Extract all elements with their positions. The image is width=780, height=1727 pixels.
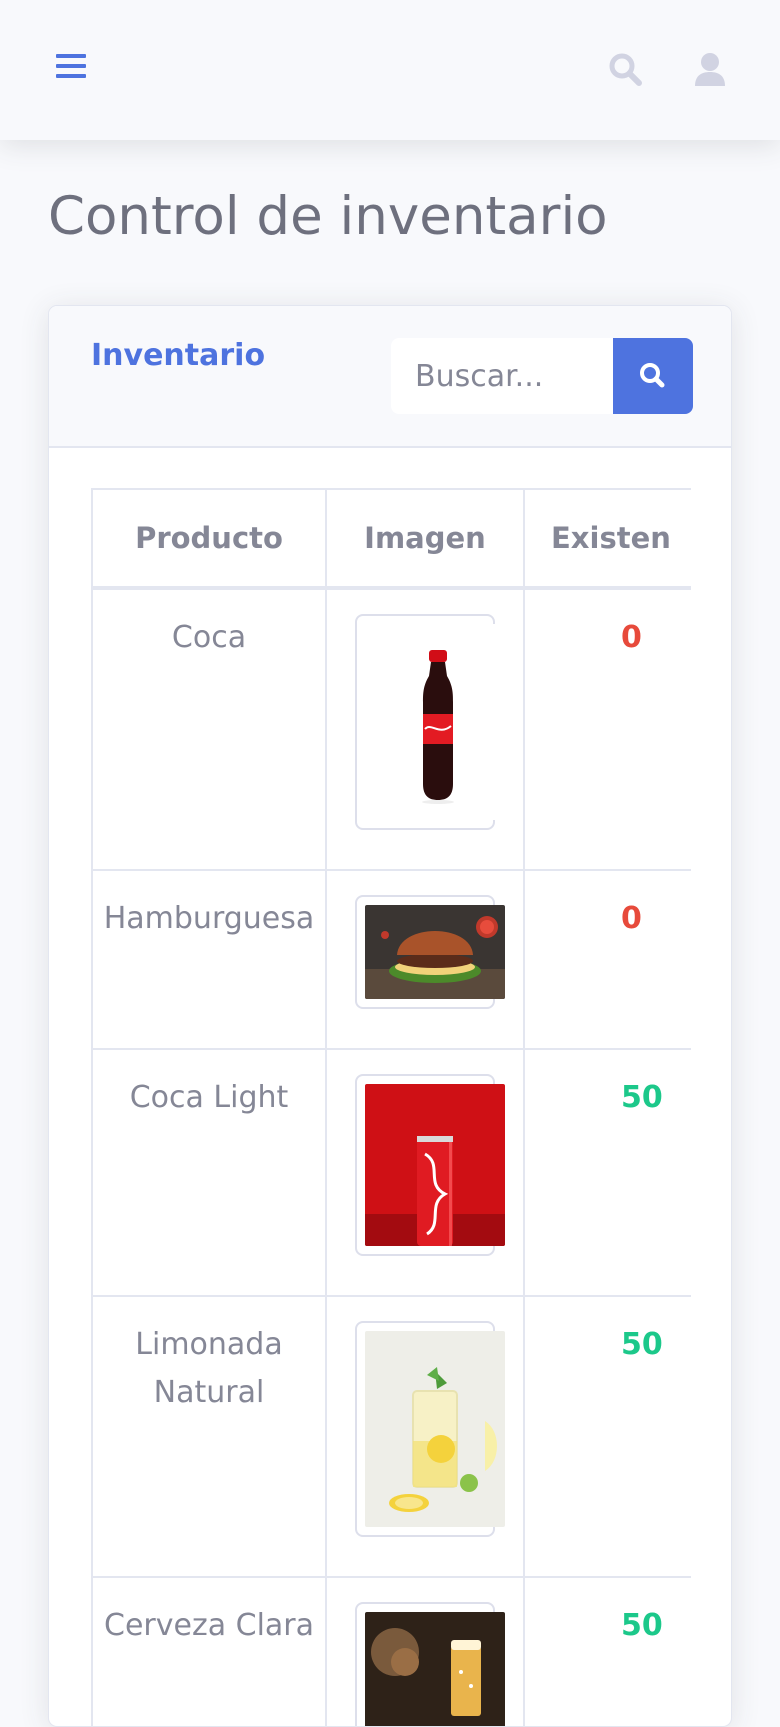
search-icon	[640, 363, 665, 388]
stock-value: 50	[523, 1295, 691, 1578]
table-row: Hamburguesa 0	[91, 869, 691, 1050]
hamburger-image	[355, 895, 505, 1009]
product-name: Cerveza Clara	[91, 1576, 327, 1726]
table-row: Limonada Natural 50	[91, 1295, 691, 1578]
product-name: Coca Light	[91, 1048, 327, 1297]
search-input[interactable]	[391, 338, 613, 414]
user-icon[interactable]	[690, 50, 730, 90]
stock-value: 0	[523, 587, 691, 871]
search-icon[interactable]	[606, 50, 646, 90]
table-scroll-container[interactable]: Producto Imagen Existen Coca 0 Hamburgue…	[91, 488, 691, 1726]
product-name: Coca	[91, 587, 327, 871]
product-image-cell	[325, 587, 525, 871]
stock-value: 50	[523, 1576, 691, 1726]
product-image-cell	[325, 1048, 525, 1297]
table-row: Coca Light 50	[91, 1048, 691, 1297]
coca-cola-can-image	[355, 1074, 505, 1256]
beer-glass-image	[355, 1602, 505, 1726]
topbar	[0, 0, 780, 140]
product-image-cell	[325, 1295, 525, 1578]
card-title: Inventario	[91, 338, 266, 373]
inventory-table: Producto Imagen Existen Coca 0 Hamburgue…	[91, 488, 691, 1726]
card-header: Inventario	[49, 306, 731, 448]
table-row: Cerveza Clara 50	[91, 1576, 691, 1726]
stock-value: 50	[523, 1048, 691, 1297]
header-producto[interactable]: Producto	[91, 488, 327, 590]
header-imagen[interactable]: Imagen	[325, 488, 525, 590]
inventory-card: Inventario Producto Imagen Existen	[48, 305, 732, 1727]
product-name: Limonada Natural	[91, 1295, 327, 1578]
hamburger-menu-icon[interactable]	[56, 52, 88, 82]
search-button[interactable]	[613, 338, 693, 414]
header-existencia[interactable]: Existen	[523, 488, 691, 590]
table-search	[391, 338, 693, 414]
table-header-row: Producto Imagen Existen	[91, 488, 691, 590]
product-name: Hamburguesa	[91, 869, 327, 1050]
product-image-cell	[325, 1576, 525, 1726]
product-image-cell	[325, 869, 525, 1050]
stock-value: 0	[523, 869, 691, 1050]
lemonade-glass-image	[355, 1321, 505, 1537]
coca-cola-bottle-image	[355, 614, 505, 830]
page-title: Control de inventario	[48, 186, 608, 247]
table-row: Coca 0	[91, 587, 691, 871]
